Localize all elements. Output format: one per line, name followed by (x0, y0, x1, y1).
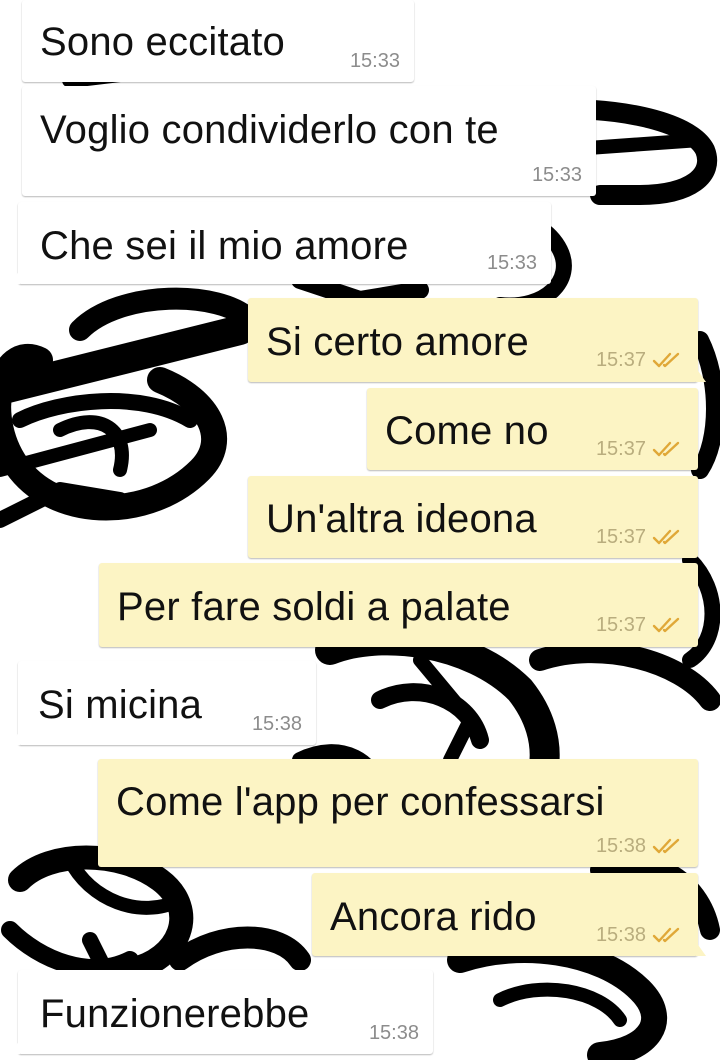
message-text: Si micina (38, 683, 203, 727)
message-time: 15:37 (595, 349, 646, 371)
read-ticks-icon (652, 352, 680, 368)
message-text: Funzionerebbe (40, 992, 310, 1036)
message-text: Per fare soldi a palate (117, 585, 511, 629)
read-ticks-icon (652, 529, 680, 545)
message-time: 15:37 (595, 614, 646, 636)
message-text: Un'altra ideona (266, 497, 537, 541)
message-bubble-outgoing[interactable]: Come l'app per confessarsi 15:38 (98, 759, 698, 867)
message-bubble-incoming[interactable]: Funzionerebbe 15:38 (10, 970, 433, 1054)
message-time: 15:38 (595, 835, 646, 857)
message-time: 15:33 (349, 50, 400, 72)
message-time: 15:38 (368, 1022, 419, 1044)
chat-conversation[interactable]: Sono eccitato 15:33 Voglio condividerlo … (0, 0, 720, 1060)
message-text: Voglio condividerlo con te (40, 108, 499, 152)
message-text: Ancora rido (330, 895, 537, 939)
message-time: 15:37 (595, 526, 646, 548)
message-bubble-outgoing[interactable]: Un'altra ideona 15:37 (248, 476, 698, 558)
message-text: Come no (385, 409, 549, 453)
message-bubble-outgoing[interactable]: Per fare soldi a palate 15:37 (99, 563, 698, 647)
read-ticks-icon (652, 617, 680, 633)
message-bubble-incoming[interactable]: Voglio condividerlo con te 15:33 (22, 86, 596, 196)
message-bubble-incoming[interactable]: Si micina 15:38 (10, 661, 316, 745)
message-bubble-outgoing[interactable]: Come no 15:37 (367, 388, 698, 470)
read-ticks-icon (652, 838, 680, 854)
message-time: 15:38 (595, 924, 646, 946)
message-time: 15:38 (251, 713, 302, 735)
message-text: Che sei il mio amore (40, 224, 409, 268)
message-bubble-outgoing[interactable]: Ancora rido 15:38 (312, 873, 706, 956)
message-bubble-incoming[interactable]: Che sei il mio amore 15:33 (10, 202, 551, 284)
message-text: Come l'app per confessarsi (116, 780, 605, 824)
read-ticks-icon (652, 927, 680, 943)
message-text: Sono eccitato (40, 20, 285, 64)
message-time: 15:33 (486, 252, 537, 274)
message-text: Si certo amore (266, 320, 529, 364)
message-bubble-incoming[interactable]: Sono eccitato 15:33 (22, 0, 414, 82)
message-bubble-outgoing[interactable]: Si certo amore 15:37 (248, 298, 706, 382)
read-ticks-icon (652, 441, 680, 457)
message-time: 15:37 (595, 438, 646, 460)
message-time: 15:33 (531, 164, 582, 186)
